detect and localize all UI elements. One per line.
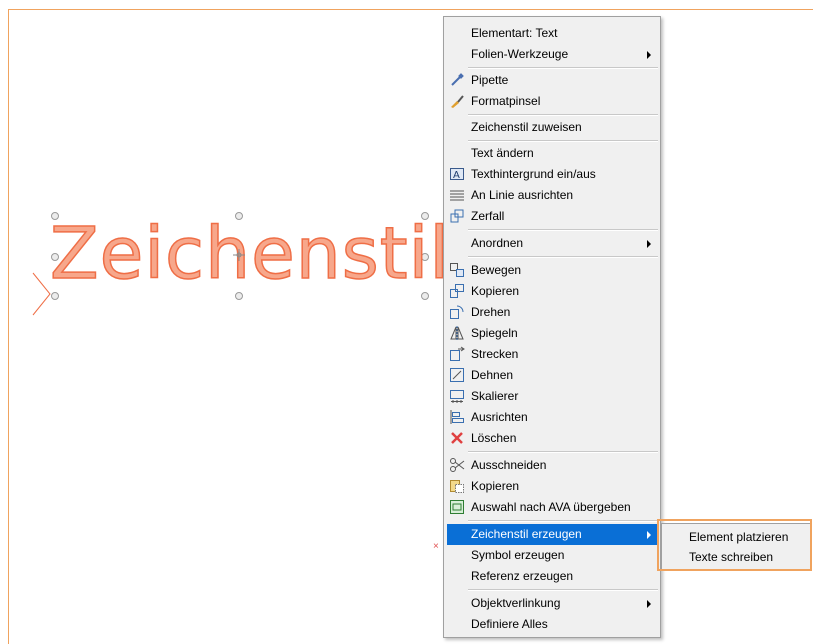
menu-item-formatpinsel[interactable]: Formatpinsel <box>447 91 657 112</box>
menu-item-zerfall[interactable]: Zerfall <box>447 206 657 227</box>
move-icon <box>450 263 464 277</box>
submenu-arrow-icon <box>647 51 651 59</box>
submenu-highlight-outline <box>657 519 812 571</box>
menu-item-symbol-erzeugen[interactable]: Symbol erzeugen <box>447 545 657 566</box>
menu-item-texthintergrund[interactable]: A Texthintergrund ein/aus <box>447 164 657 185</box>
menu-item-zeichenstil-erzeugen[interactable]: Zeichenstil erzeugen <box>447 524 657 545</box>
menu-item-skalierer[interactable]: Skalierer <box>447 386 657 407</box>
scale-icon <box>450 390 464 403</box>
submenu-arrow-icon <box>647 600 651 608</box>
menu-item-dehnen[interactable]: Dehnen <box>447 365 657 386</box>
copy-elements-icon <box>450 284 464 298</box>
canvas-frame-top <box>8 9 813 10</box>
menu-item-ausrichten[interactable]: Ausrichten <box>447 407 657 428</box>
menu-item-text-aendern[interactable]: Text ändern <box>447 143 657 164</box>
extend-icon <box>450 368 464 382</box>
menu-separator <box>468 520 658 522</box>
menu-item-elementart: Elementart: Text <box>471 26 558 40</box>
menu-separator <box>468 229 658 231</box>
ava-transfer-icon <box>450 500 464 514</box>
align-to-line-icon <box>450 190 464 201</box>
menu-item-loeschen[interactable]: Löschen <box>447 428 657 449</box>
menu-separator <box>468 67 658 69</box>
svg-text:A: A <box>453 170 460 181</box>
menu-item-strecken[interactable]: Strecken <box>447 344 657 365</box>
move-cross-icon[interactable] <box>233 249 245 261</box>
menu-separator <box>468 451 658 453</box>
submenu-arrow-icon <box>647 240 651 248</box>
menu-item-spiegeln[interactable]: Spiegeln <box>447 323 657 344</box>
menu-item-bewegen[interactable]: Bewegen <box>447 260 657 281</box>
menu-item-drehen[interactable]: Drehen <box>447 302 657 323</box>
menu-item-anordnen[interactable]: Anordnen <box>447 233 657 254</box>
cursor-x-icon: × <box>433 541 439 552</box>
eyedropper-icon <box>451 73 464 86</box>
submenu-arrow-icon <box>647 531 651 539</box>
align-icon <box>450 410 464 424</box>
rotate-icon <box>450 305 464 319</box>
menu-item-kopieren-elemente[interactable]: Kopieren <box>447 281 657 302</box>
canvas-frame-left <box>8 9 9 644</box>
text-background-icon: A <box>450 168 464 181</box>
clipboard-copy-icon <box>450 480 464 493</box>
explode-icon <box>450 209 464 223</box>
menu-item-objektverlinkung[interactable]: Objektverlinkung <box>447 593 657 614</box>
scissors-icon <box>450 458 465 472</box>
selected-text-element[interactable]: Zeichenstil <box>49 217 450 290</box>
menu-item-an-linie-ausrichten[interactable]: An Linie ausrichten <box>447 185 657 206</box>
menu-item-definiere-alles[interactable]: Definiere Alles <box>447 614 657 635</box>
delete-icon <box>451 432 463 444</box>
mirror-icon <box>450 326 464 340</box>
menu-separator <box>468 114 658 116</box>
insertion-triangle-icon <box>32 272 51 316</box>
menu-item-kopieren-zwischenablage[interactable]: Kopieren <box>447 476 657 497</box>
context-menu: Elementart: Text Folien-Werkzeuge Pipett… <box>443 16 661 638</box>
menu-item-pipette[interactable]: Pipette <box>447 70 657 91</box>
menu-separator <box>468 256 658 258</box>
menu-item-referenz-erzeugen[interactable]: Referenz erzeugen <box>447 566 657 587</box>
format-brush-icon <box>451 95 464 108</box>
menu-item-folien-werkzeuge[interactable]: Folien-Werkzeuge <box>447 44 657 65</box>
menu-separator <box>468 589 658 591</box>
menu-item-auswahl-ava[interactable]: Auswahl nach AVA übergeben <box>447 497 657 518</box>
menu-item-ausschneiden[interactable]: Ausschneiden <box>447 455 657 476</box>
menu-item-zeichenstil-zuweisen[interactable]: Zeichenstil zuweisen <box>447 117 657 138</box>
menu-separator <box>468 140 658 142</box>
stretch-icon <box>450 346 465 361</box>
